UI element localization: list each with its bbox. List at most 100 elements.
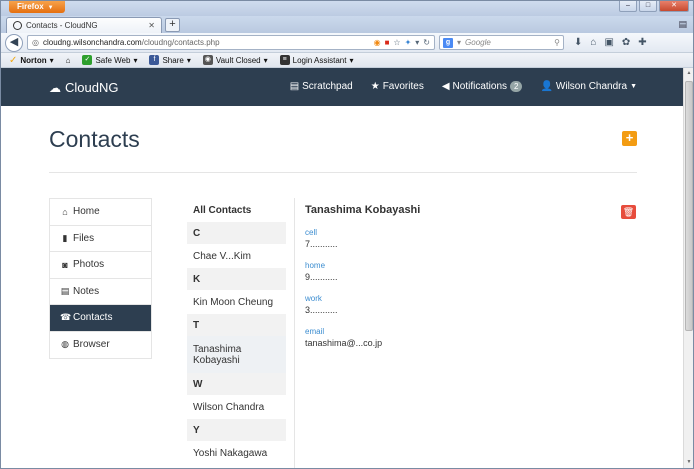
home-toolbar-button[interactable]: ⌂	[66, 56, 71, 65]
vault-button[interactable]: ◉ Vault Closed ▾	[202, 55, 268, 65]
field-label: cell	[305, 228, 318, 237]
notifications-link[interactable]: ◀ Notifications 2	[442, 81, 523, 92]
twitter-icon[interactable]: ✦	[405, 38, 412, 47]
letter-divider: K	[187, 268, 286, 290]
bullhorn-icon: ◀	[441, 81, 450, 92]
contact-item[interactable]: Chae V...Kim	[187, 244, 286, 268]
tab-contacts[interactable]: Contacts - CloudNG ✕	[6, 17, 162, 33]
home-icon: ⌂	[65, 55, 71, 65]
tab-list-icon[interactable]: ▤	[678, 19, 687, 30]
vault-icon: ◉	[202, 55, 213, 65]
sidebar-item-photos[interactable]: ◙ Photos	[50, 252, 151, 279]
download-icon[interactable]: ⬇	[574, 37, 582, 48]
vertical-scrollbar[interactable]: ▲ ▼	[683, 68, 693, 468]
star-icon: ★	[370, 81, 380, 92]
vault-label: Vault Closed	[215, 55, 261, 65]
contacts-list: All Contacts C Chae V...Kim K Kin Moon C…	[187, 198, 286, 465]
back-button[interactable]: ◀	[5, 33, 23, 52]
safe-web-label: Safe Web	[95, 55, 131, 65]
field-label: home	[305, 261, 326, 270]
sidebar-item-files[interactable]: ▮ Files	[50, 226, 151, 252]
sidebar-item-label: Browser	[73, 339, 110, 351]
dropdown-arrow-icon[interactable]: ▾	[415, 38, 419, 47]
contact-detail: Tanashima Kobayashi 🗑 cell 7........... …	[305, 204, 636, 348]
url-text: cloudng.wilsonchandra.com/cloudng/contac…	[43, 38, 370, 47]
sidebar-item-label: Files	[73, 232, 95, 244]
phone-icon: ☎	[60, 312, 72, 323]
firefox-menu-button[interactable]: Firefox ▼	[9, 1, 65, 13]
checkmark-icon: ✓	[9, 54, 18, 66]
puzzle-icon[interactable]: ✿	[622, 37, 630, 48]
rss-icon[interactable]: ◉	[374, 38, 381, 47]
sidebar-item-notes[interactable]: ▤ Notes	[50, 279, 151, 305]
user-icon: 👤	[540, 81, 553, 92]
scratchpad-link[interactable]: ▤ Scratchpad	[290, 81, 353, 92]
field-cell: cell 7...........	[305, 228, 635, 249]
globe-icon: ◍	[61, 339, 69, 350]
nav-toolbar-icons: ⬇ ⌂ ▣ ✿ ✚	[574, 37, 647, 48]
contact-name: Tanashima Kobayashi	[305, 204, 421, 216]
brand-link[interactable]: ☁ CloudNG	[49, 80, 118, 95]
home-icon: ⌂	[62, 206, 68, 217]
contact-item[interactable]: Wilson Chandra	[187, 395, 286, 419]
login-icon: ≡	[279, 55, 290, 65]
window-icon[interactable]: ▣	[604, 37, 613, 48]
safe-web-button[interactable]: ✓ Safe Web ▾	[82, 55, 137, 65]
app-viewport: ☁ CloudNG ▤ Scratchpad ★ Favorites ◀ Notific…	[1, 68, 683, 468]
close-window-button[interactable]: ✕	[659, 1, 689, 12]
chevron-down-icon: ▾	[49, 55, 54, 65]
url-bar[interactable]: ◎ cloudng.wilsonchandra.com/cloudng/cont…	[27, 35, 435, 50]
login-assistant-button[interactable]: ≡ Login Assistant ▾	[279, 55, 354, 65]
addon-icon[interactable]: ✚	[638, 37, 646, 48]
scroll-down-icon[interactable]: ▼	[685, 459, 693, 468]
field-value: 7...........	[305, 239, 338, 249]
user-name: Wilson Chandra	[555, 81, 628, 92]
field-email: email tanashima@...co.jp	[305, 327, 635, 348]
reload-icon[interactable]: ↻	[423, 38, 430, 47]
minimize-button[interactable]: –	[619, 1, 637, 12]
app-nav-links: ▤ Scratchpad ★ Favorites ◀ Notifications 2 👤…	[290, 81, 637, 92]
scrollbar-thumb[interactable]	[685, 81, 693, 331]
sidebar-item-label: Home	[73, 206, 100, 218]
contact-item[interactable]: Kin Moon Cheung	[187, 290, 286, 314]
chevron-down-icon: ▾	[349, 55, 354, 65]
favorites-link[interactable]: ★ Favorites	[371, 81, 424, 92]
norton-label: Norton	[20, 55, 47, 65]
letter-divider: W	[187, 373, 286, 395]
new-tab-button[interactable]: +	[165, 18, 180, 32]
contact-item-selected[interactable]: Tanashima Kobayashi	[187, 336, 286, 373]
file-icon: ▮	[62, 232, 68, 243]
firefox-menu-label: Firefox	[17, 2, 44, 11]
norton-button[interactable]: ✓ Norton ▾	[9, 55, 54, 66]
field-work: work 3...........	[305, 294, 635, 315]
sidebar-item-label: Photos	[73, 259, 105, 271]
home-icon[interactable]: ⌂	[590, 37, 596, 48]
sidebar-item-home[interactable]: ⌂ Home	[50, 199, 151, 226]
trash-icon[interactable]: 🗑	[621, 205, 636, 219]
addon-toolbar: ✓ Norton ▾ ⌂ ✓ Safe Web ▾ f Share ▾ ◉ Vault Clo…	[1, 53, 693, 68]
google-icon: g	[443, 37, 453, 48]
facebook-icon: f	[149, 55, 160, 65]
contact-item[interactable]: Yoshi Nakagawa	[187, 441, 286, 465]
page-title: Contacts	[49, 126, 140, 152]
sidebar-item-contacts[interactable]: ☎ Contacts	[50, 305, 151, 332]
bookmark-star-icon[interactable]: ☆	[393, 38, 400, 47]
sidebar-item-browser[interactable]: ◍ Browser	[50, 332, 151, 359]
close-tab-icon[interactable]: ✕	[148, 21, 155, 30]
user-menu[interactable]: 👤 Wilson Chandra ▼	[540, 81, 637, 92]
search-box[interactable]: g ▾ Google ⚲	[439, 35, 564, 50]
maximize-button[interactable]: □	[639, 1, 657, 12]
notifications-badge: 2	[510, 81, 523, 92]
brand-label: CloudNG	[65, 80, 119, 95]
contacts-list-header: All Contacts	[193, 204, 252, 216]
chevron-down-icon: ▾	[186, 55, 191, 65]
scroll-up-icon[interactable]: ▲	[685, 70, 693, 79]
favicon-icon	[13, 21, 22, 30]
column-divider	[294, 198, 295, 468]
field-value: 3...........	[305, 305, 338, 315]
flag-icon[interactable]: ■	[385, 38, 390, 47]
login-assistant-label: Login Assistant	[292, 55, 347, 65]
search-icon[interactable]: ⚲	[554, 38, 560, 47]
add-contact-button[interactable]: +	[622, 131, 637, 146]
share-button[interactable]: f Share ▾	[149, 55, 191, 65]
